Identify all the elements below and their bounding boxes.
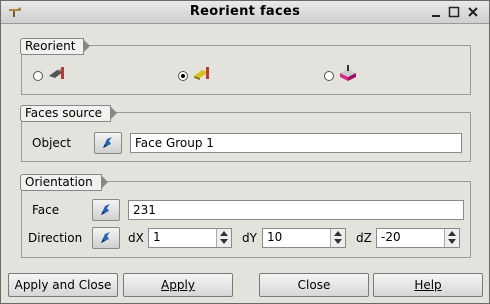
- spin-up-icon[interactable]: [334, 231, 342, 236]
- apply-button[interactable]: Apply: [123, 273, 233, 297]
- face-select-button[interactable]: [92, 199, 120, 221]
- dy-label: dY: [242, 231, 257, 245]
- help-label: Help: [414, 278, 442, 292]
- close-button[interactable]: Close: [259, 273, 369, 297]
- help-button[interactable]: Help: [373, 273, 483, 297]
- orientation-group-label: Orientation: [20, 174, 108, 191]
- reorient-group: Reorient: [20, 38, 471, 95]
- spin-up-icon[interactable]: [448, 231, 456, 236]
- spin-up-icon[interactable]: [220, 231, 228, 236]
- apply-and-close-button[interactable]: Apply and Close: [8, 273, 118, 297]
- direction-label: Direction: [28, 231, 83, 245]
- minimize-button[interactable]: [428, 4, 444, 20]
- spin-down-icon[interactable]: [220, 239, 228, 244]
- orientation-group: Orientation Face 231 Direction dX 1 dY 1…: [20, 174, 471, 258]
- apply-and-close-label: Apply and Close: [14, 278, 112, 292]
- maximize-button[interactable]: [446, 4, 462, 20]
- object-label: Object: [32, 136, 72, 150]
- dx-label: dX: [128, 231, 144, 245]
- selection-arrow-icon: [101, 204, 110, 215]
- dx-value: 1: [153, 230, 161, 244]
- face-by-vector-icon: [194, 67, 209, 80]
- dy-spin-arrows[interactable]: [330, 229, 345, 247]
- spin-down-icon[interactable]: [448, 239, 456, 244]
- dz-spin-arrows[interactable]: [444, 229, 459, 247]
- title-bar[interactable]: Reorient faces: [1, 1, 489, 24]
- volume-icon: [340, 65, 356, 81]
- dy-spinbox[interactable]: 10: [262, 228, 346, 248]
- reorient-faces-dialog: Reorient faces Reorient Faces source Obj…: [0, 0, 490, 304]
- direction-select-button[interactable]: [92, 227, 120, 249]
- maximize-icon: [448, 6, 460, 18]
- face-by-point-icon: [49, 67, 64, 79]
- object-select-button[interactable]: [94, 132, 122, 154]
- faces-source-group: Faces source Object Face Group 1: [20, 105, 471, 162]
- dx-spinbox[interactable]: 1: [148, 228, 232, 248]
- dz-value: -20: [381, 230, 401, 244]
- selection-arrow-icon: [101, 232, 110, 243]
- apply-label: Apply: [161, 278, 195, 292]
- reorient-option-volume-radio[interactable]: [324, 71, 334, 81]
- window-title: Reorient faces: [189, 4, 301, 19]
- dz-label: dZ: [356, 231, 372, 245]
- spin-down-icon[interactable]: [334, 239, 342, 244]
- reorient-group-label: Reorient: [20, 38, 92, 55]
- selection-arrow-icon: [103, 137, 112, 148]
- reorient-option-vector-radio[interactable]: [178, 71, 188, 81]
- dy-value: 10: [267, 230, 283, 244]
- close-label: Close: [297, 278, 331, 292]
- close-window-button[interactable]: [465, 4, 481, 20]
- dx-spin-arrows[interactable]: [216, 229, 231, 247]
- close-icon: [468, 7, 478, 17]
- reorient-option-point-radio[interactable]: [33, 71, 43, 81]
- dz-spinbox[interactable]: -20: [376, 228, 460, 248]
- object-field[interactable]: Face Group 1: [130, 133, 462, 153]
- minimize-icon: [432, 15, 440, 17]
- face-label: Face: [32, 203, 60, 217]
- faces-source-group-label: Faces source: [20, 105, 118, 122]
- face-field[interactable]: 231: [128, 200, 464, 220]
